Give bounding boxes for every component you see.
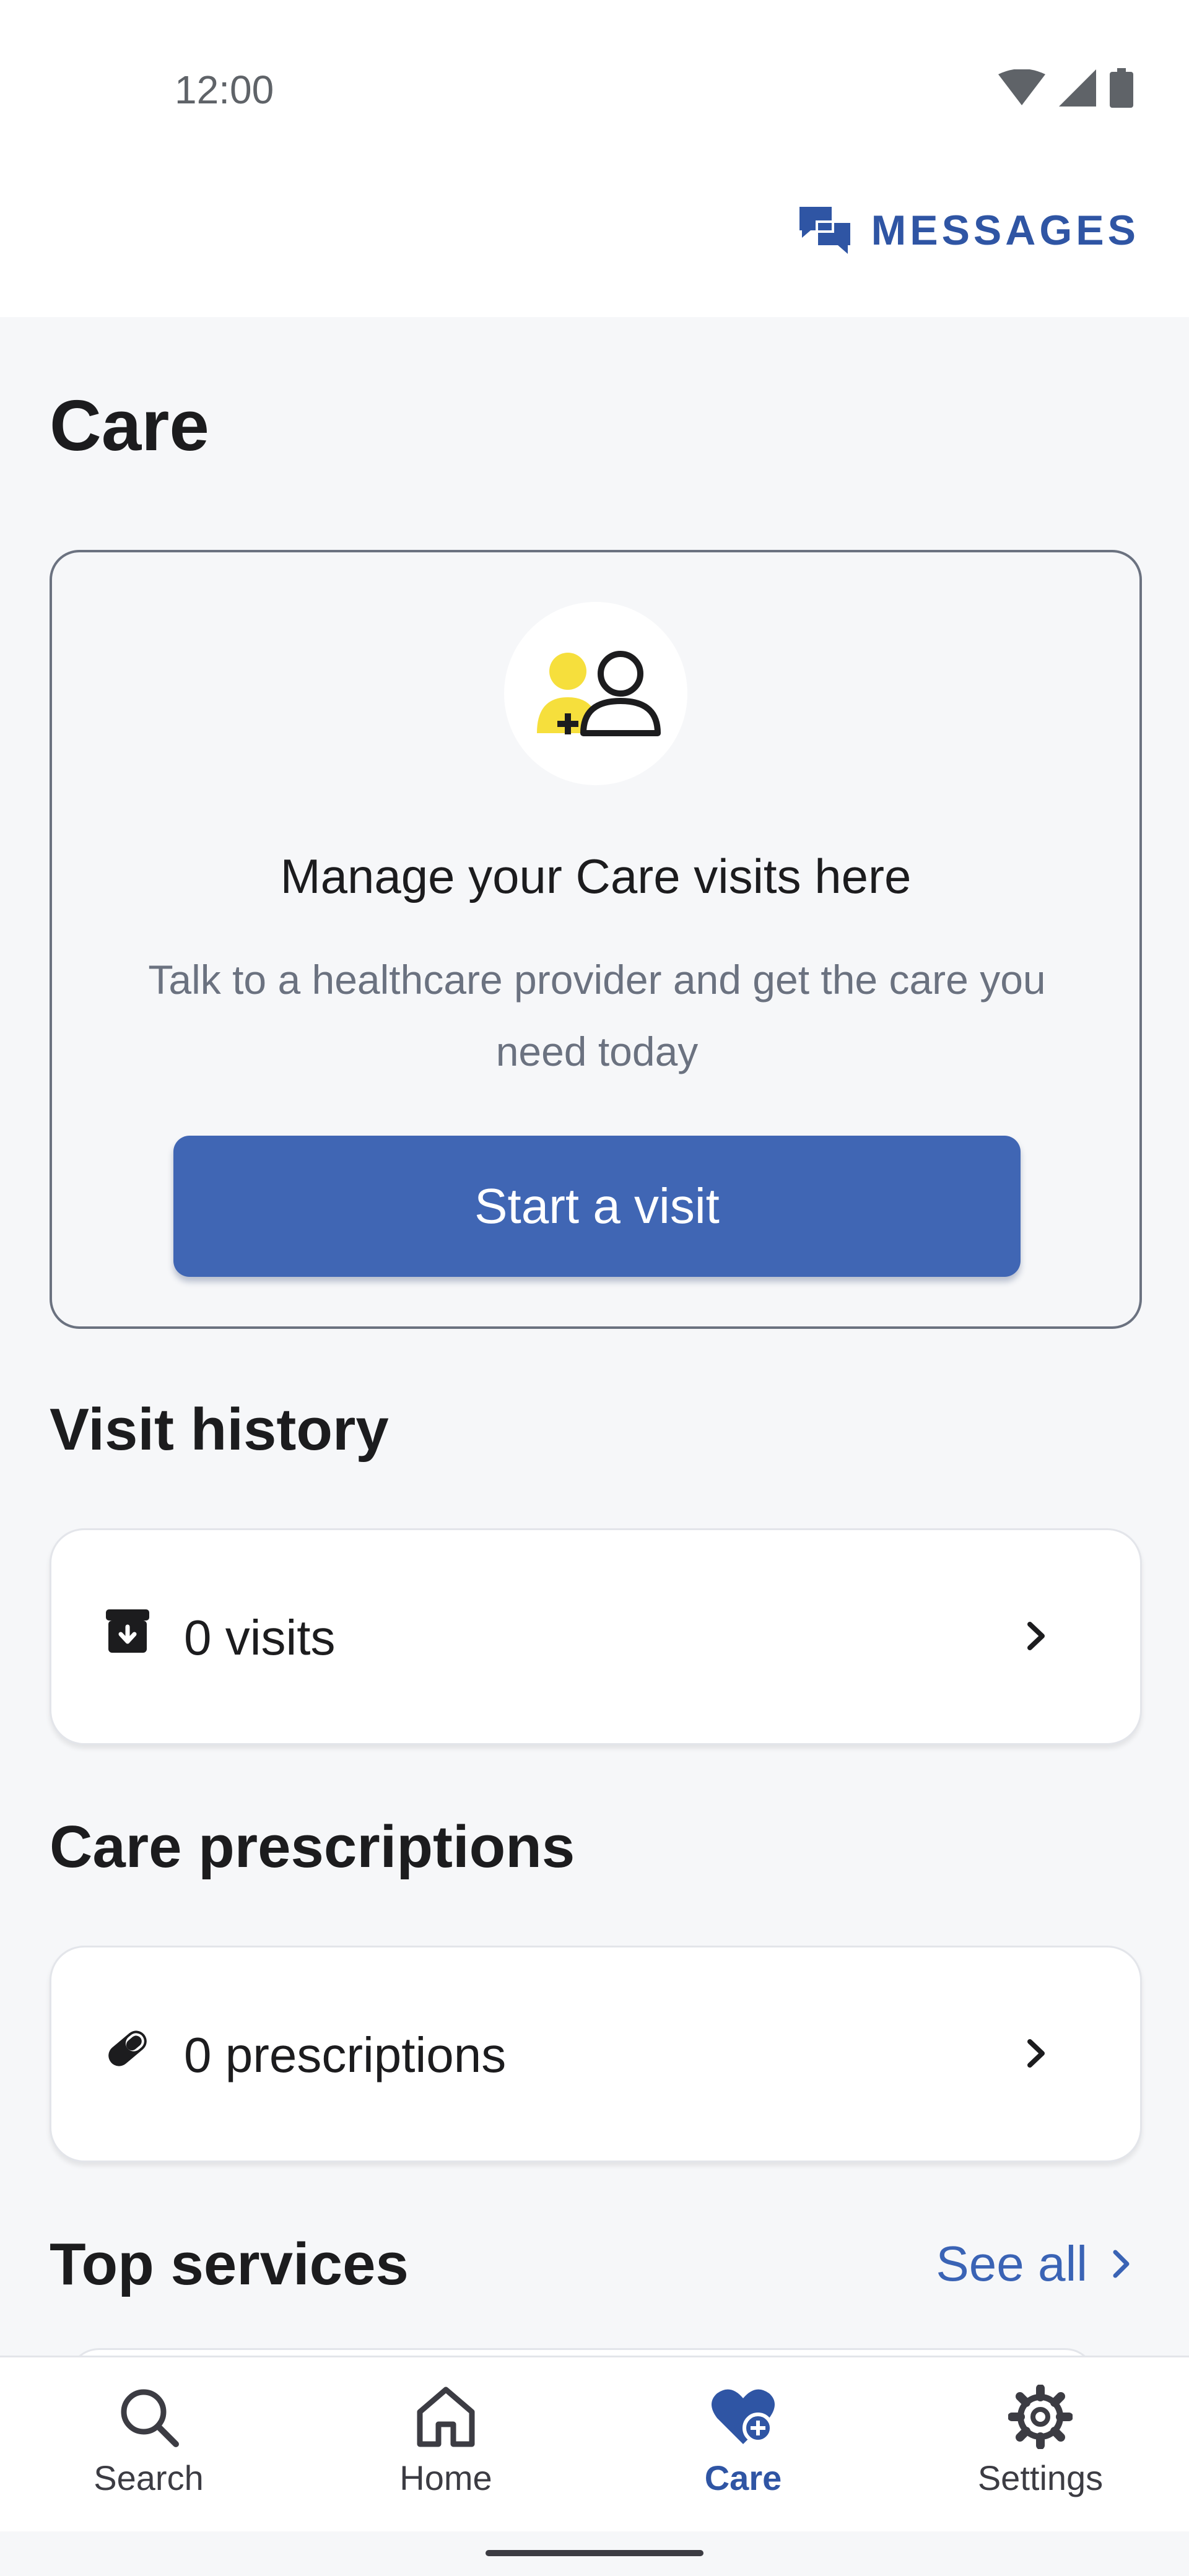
search-icon [121, 2389, 179, 2447]
top-header: MESSAGES [0, 161, 1189, 317]
see-all-link[interactable]: See all [936, 2235, 1131, 2292]
nav-item-search[interactable]: Search [0, 2357, 297, 2531]
gear-icon [1008, 2385, 1073, 2449]
nav-item-home[interactable]: Home [297, 2357, 594, 2531]
home-icon [417, 2387, 475, 2447]
top-services-title: Top services [50, 2231, 409, 2297]
nav-label: Search [94, 2458, 204, 2497]
care-visits-card: Manage your Care visits here Talk to a h… [50, 550, 1142, 1329]
chevron-right-icon [1027, 1622, 1045, 1650]
chat-bubbles-icon [799, 207, 850, 254]
signal-icon [1059, 69, 1096, 107]
care-providers-icon [537, 651, 661, 736]
status-bar: 12:00 [0, 0, 1189, 161]
start-visit-button[interactable]: Start a visit [173, 1136, 1021, 1277]
chevron-right-icon [1027, 2039, 1045, 2068]
visit-count-label: 0 visits [184, 1610, 336, 1665]
care-prescriptions-title: Care prescriptions [50, 1814, 575, 1880]
messages-label: MESSAGES [871, 207, 1139, 254]
messages-button[interactable]: MESSAGES [797, 204, 1139, 256]
promo-description: Talk to a healthcare provider and get th… [148, 957, 1046, 1074]
bottom-navigation: Search Home Care Settings [0, 2356, 1189, 2531]
nav-label: Care [704, 2458, 782, 2497]
nav-label: Settings [977, 2458, 1104, 2497]
gesture-handle[interactable] [486, 2550, 703, 2556]
see-all-label: See all [936, 2236, 1087, 2291]
status-time: 12:00 [175, 67, 274, 112]
nav-item-care[interactable]: Care [594, 2357, 892, 2531]
page-title: Care [50, 385, 209, 466]
archive-icon [106, 1609, 149, 1653]
prescription-count-label: 0 prescriptions [184, 2027, 507, 2082]
nav-label: Home [399, 2458, 492, 2497]
wifi-icon [998, 69, 1045, 105]
visit-history-title: Visit history [50, 1396, 389, 1463]
visit-history-item[interactable]: 0 visits [50, 1528, 1142, 1745]
care-avatar-illustration [504, 602, 687, 785]
chevron-right-icon [1113, 2250, 1130, 2278]
status-icons [998, 68, 1133, 108]
pill-icon [108, 2030, 147, 2066]
promo-title: Manage your Care visits here [280, 849, 912, 903]
heart-plus-icon [712, 2389, 775, 2444]
prescriptions-item[interactable]: 0 prescriptions [50, 1946, 1142, 2162]
battery-icon [1110, 68, 1133, 108]
nav-item-settings[interactable]: Settings [892, 2357, 1189, 2531]
